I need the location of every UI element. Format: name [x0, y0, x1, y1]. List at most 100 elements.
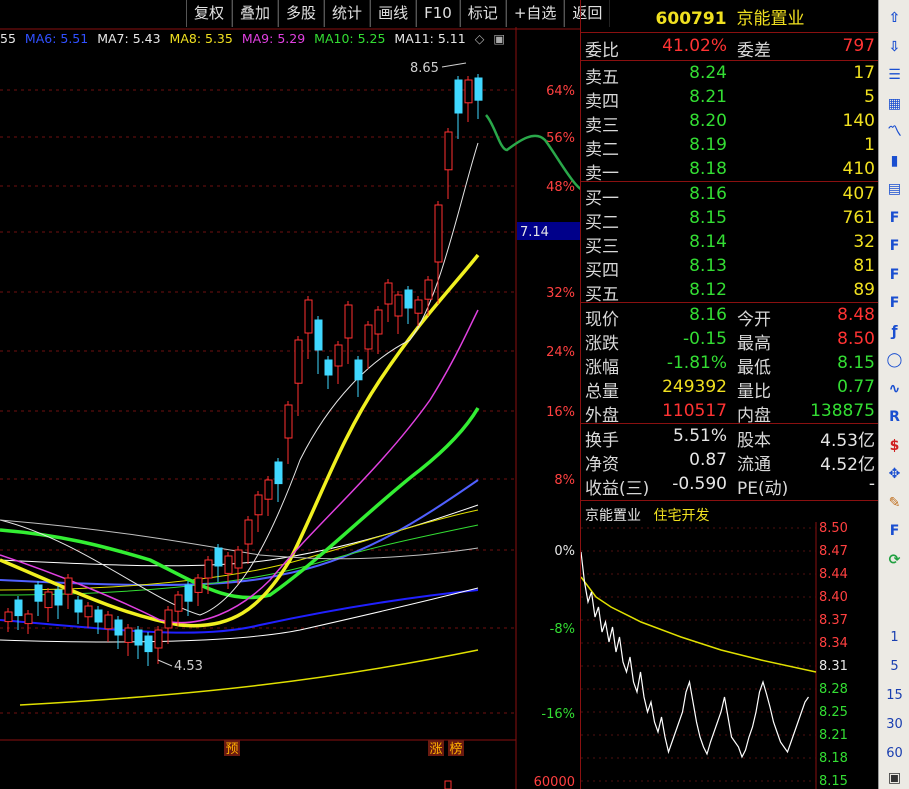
table-icon[interactable]: ▤: [884, 179, 905, 200]
candle-body: [124, 627, 133, 643]
event-marker-label: 榜: [449, 741, 462, 757]
settings-diamond-icon[interactable]: ◇: [475, 31, 485, 46]
book-price: 8.20: [689, 111, 727, 131]
fundamental-row: 换手 5.51% 股本 4.53亿: [585, 426, 877, 451]
toolbar-button-4[interactable]: 画线: [370, 0, 417, 27]
expand-icon[interactable]: ▣: [493, 31, 505, 46]
candle-body: [254, 494, 263, 516]
fundamental-value: 5.51%: [672, 426, 727, 446]
candle-body: [74, 599, 83, 613]
quote-label: 涨幅: [585, 358, 619, 378]
fundamental-row: 净资 0.87 流通 4.52亿: [585, 450, 877, 475]
ma-legend-4: MA9: 5.29: [241, 31, 306, 46]
mini-axis-label: 8.34: [819, 636, 848, 651]
book-label: 买二: [585, 213, 619, 233]
quote-panel: 600791 京能置业 委比 41.02% 委差 797 卖五 8.24 17 卖四 8…: [580, 0, 879, 789]
list-icon[interactable]: ☰: [884, 65, 905, 86]
circle-icon[interactable]: ◯: [884, 350, 905, 371]
quote-label-2: 今开: [737, 310, 771, 330]
fundamental-row: 收益(三) -0.590 PE(动) -: [585, 474, 877, 499]
mini-axis-label: 8.31: [819, 659, 848, 674]
quote-label: 涨跌: [585, 334, 619, 354]
book-price: 8.13: [689, 256, 727, 276]
ma10-line: [0, 407, 480, 600]
mini-axis-label: 8.37: [819, 613, 848, 628]
fundamental-label-2: 流通: [737, 455, 771, 475]
toolbar-button-7[interactable]: +自选: [505, 0, 565, 27]
toolbar-button-1[interactable]: 叠加: [232, 0, 279, 27]
period-button-15[interactable]: 15: [879, 688, 909, 703]
fx-icon[interactable]: ƒ: [884, 322, 905, 343]
ma-legend-6: MA11: 5.11: [394, 31, 466, 46]
f12-icon[interactable]: F: [884, 293, 905, 314]
book-volume: 1: [864, 135, 875, 155]
dollar-icon[interactable]: $: [884, 436, 905, 457]
toolbar-button-2[interactable]: 多股: [278, 0, 325, 27]
pct-tick-label: 16%: [546, 405, 575, 420]
period-button-60[interactable]: 60: [879, 746, 909, 761]
f6-icon[interactable]: F: [884, 236, 905, 257]
candle-body: [334, 344, 343, 367]
mini-axis-label: 8.18: [819, 751, 848, 766]
f5-icon[interactable]: F: [884, 265, 905, 286]
toolbar-button-6[interactable]: 标记: [459, 0, 506, 27]
ma8-line: [0, 253, 480, 628]
layout-icon[interactable]: ▣: [884, 768, 905, 789]
wave-icon[interactable]: ∿: [884, 379, 905, 400]
line-chart-icon[interactable]: 〽: [884, 122, 905, 143]
mini-axis-label: 8.47: [819, 544, 848, 559]
candle-body: [34, 584, 43, 602]
move-icon[interactable]: ✥: [884, 464, 905, 485]
bid-row: 买一 8.16 407: [585, 184, 877, 209]
arrow-down-icon[interactable]: ⇩: [884, 37, 905, 58]
candle-body: [454, 79, 463, 114]
quote-value-2: 138875: [810, 401, 875, 421]
ask-row: 卖三 8.20 140: [585, 111, 877, 136]
rsi-icon[interactable]: R: [884, 407, 905, 428]
candle-body: [94, 609, 103, 623]
fundamental-label: 换手: [585, 431, 619, 451]
toolbar-button-0[interactable]: 复权: [186, 0, 233, 27]
book-label: 买一: [585, 189, 619, 209]
mini-axis-label: 8.40: [819, 590, 848, 605]
book-volume: 32: [853, 232, 875, 252]
f-icon[interactable]: F: [884, 521, 905, 542]
quote-value: -0.15: [683, 329, 727, 349]
candle-body: [414, 299, 423, 314]
quote-row: 涨幅 -1.81% 最低 8.15: [585, 353, 877, 378]
high-price-label: 8.65: [410, 61, 439, 76]
pct-tick-label: -8%: [550, 622, 575, 637]
arrow-up-icon[interactable]: ⇧: [884, 8, 905, 29]
grid-icon[interactable]: ▦: [884, 94, 905, 115]
book-price: 8.19: [689, 135, 727, 155]
candle-body: [114, 619, 123, 636]
candle-body: [174, 594, 183, 612]
pen-icon[interactable]: ✎: [884, 493, 905, 514]
intraday-chart[interactable]: 8.50 8.47 8.44 8.40 8.37 8.34 8.31 8.28 8.25 8.21…: [581, 522, 879, 789]
kline-chart[interactable]: 64%56%48%40%32%24%16%8%0%-8%-16%7.146000…: [0, 0, 580, 789]
candle-body: [214, 547, 223, 567]
quote-label: 总量: [585, 382, 619, 402]
period-button-5[interactable]: 5: [879, 659, 909, 674]
bid-row: 买三 8.14 32: [585, 232, 877, 257]
book-label: 卖四: [585, 92, 619, 112]
candle-body: [44, 591, 53, 609]
candle-body: [434, 204, 443, 263]
toolbar-button-3[interactable]: 统计: [324, 0, 371, 27]
quote-value-2: 8.50: [837, 329, 875, 349]
quote-value: -1.81%: [666, 353, 727, 373]
candle-body: [54, 589, 63, 606]
f10-icon[interactable]: F: [884, 208, 905, 229]
candle-body: [364, 324, 373, 350]
toolbar-button-5[interactable]: F10: [416, 0, 460, 27]
bid-row: 买四 8.13 81: [585, 256, 877, 281]
candle-body: [144, 635, 153, 653]
candle-icon[interactable]: ▮: [884, 151, 905, 172]
candle-body: [464, 79, 473, 104]
quote-row: 总量 249392 量比 0.77: [585, 377, 877, 402]
refresh-icon[interactable]: ⟳: [884, 550, 905, 571]
period-button-1[interactable]: 1: [879, 630, 909, 645]
bid-row: 买五 8.12 89: [585, 280, 877, 305]
period-button-30[interactable]: 30: [879, 717, 909, 732]
pct-tick-label: 56%: [546, 131, 575, 146]
